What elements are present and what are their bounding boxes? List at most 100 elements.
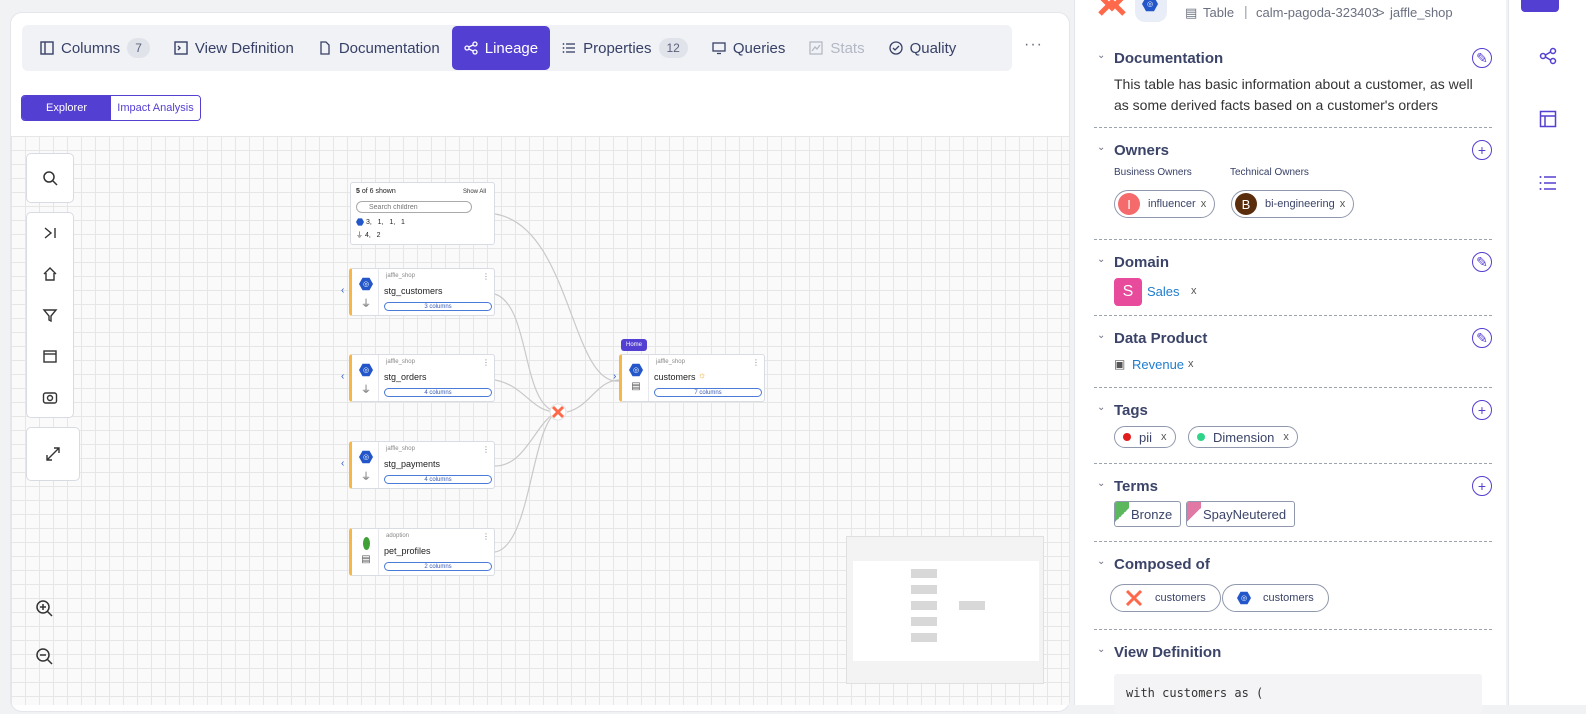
node-menu-icon[interactable]: ⋮ (482, 445, 490, 454)
data-product-link[interactable]: Revenue (1132, 357, 1184, 372)
lineage-node-stg-orders[interactable]: ◎ ⏚ jaffle_shop stg_orders 4 columns ⋮ (349, 354, 495, 402)
remove-icon[interactable]: x (1340, 198, 1346, 210)
columns-icon (40, 41, 54, 55)
owner-pill-influencer[interactable]: I influencer x (1114, 190, 1216, 218)
tab-queries[interactable]: Queries (700, 26, 798, 70)
tag-pill-pii[interactable]: pii x (1114, 426, 1176, 448)
lineage-canvas[interactable]: 5 of 6 shown Show All 3, 1, 1, 1 ⏚ 4, 2 … (11, 136, 1069, 705)
node-name: stg_orders (384, 372, 427, 382)
explorer-toggle-button[interactable]: Explorer (22, 96, 111, 120)
camera-icon[interactable] (38, 385, 62, 409)
filter-icon: ⏚ (356, 232, 363, 239)
composed-of-item-bigquery-customers[interactable]: ◎ customers (1222, 584, 1329, 612)
node-menu-icon[interactable]: ⋮ (482, 272, 490, 281)
tab-quality[interactable]: Quality (877, 26, 969, 70)
tab-properties[interactable]: Properties 12 (550, 26, 700, 70)
columns-expand-button[interactable]: 7 columns (654, 388, 762, 397)
tab-stats[interactable]: Stats (797, 26, 876, 70)
expand-upstream-icon[interactable]: › (613, 372, 623, 382)
term-pill-bronze[interactable]: Bronze (1114, 501, 1182, 527)
tab-view-definition[interactable]: View Definition (162, 26, 306, 70)
search-control[interactable] (26, 153, 74, 203)
chevron-down-icon[interactable]: ⌄ (1097, 142, 1105, 153)
chevron-down-icon[interactable]: ⌄ (1097, 556, 1105, 567)
home-icon[interactable] (38, 262, 62, 286)
collapse-arrow-icon[interactable] (38, 221, 62, 245)
home-badge: Home (621, 339, 648, 351)
breadcrumb-project[interactable]: calm-pagoda-323403 (1256, 5, 1379, 20)
add-icon[interactable]: + (1472, 140, 1492, 160)
remove-icon[interactable]: x (1201, 198, 1207, 210)
node-menu-icon[interactable]: ⋮ (752, 358, 760, 367)
breadcrumb-dataset[interactable]: jaffle_shop (1390, 5, 1453, 20)
domain-link[interactable]: Sales (1147, 284, 1180, 299)
lineage-node-stg-payments[interactable]: ◎ ⏚ jaffle_shop stg_payments 4 columns ⋮ (349, 441, 495, 489)
list-icon (562, 43, 576, 53)
search-icon[interactable] (38, 166, 62, 190)
lineage-node-stg-customers[interactable]: ◎ ⏚ jaffle_shop stg_customers 3 columns ⋮ (349, 268, 495, 316)
children-summary-node[interactable]: 5 of 6 shown Show All 3, 1, 1, 1 ⏚ 4, 2 (350, 182, 495, 245)
lineage-node-pet-profiles[interactable]: ▤ adoption pet_profiles 2 columns ⋮ (349, 528, 495, 576)
avatar: I (1118, 193, 1140, 215)
add-icon[interactable]: + (1472, 400, 1492, 420)
remove-icon[interactable]: x (1161, 431, 1167, 443)
tag-pill-dimension[interactable]: Dimension x (1188, 426, 1298, 448)
list-rail-icon[interactable] (1539, 174, 1557, 197)
chevron-down-icon[interactable]: ⌄ (1097, 50, 1105, 61)
remove-icon[interactable]: x (1191, 285, 1197, 297)
section-title: Tags (1114, 402, 1148, 419)
node-name: pet_profiles (384, 546, 431, 556)
composed-of-item-dbt-customers[interactable]: customers (1110, 584, 1221, 612)
chevron-down-icon[interactable]: ⌄ (1097, 402, 1105, 413)
node-menu-icon[interactable]: ⋮ (482, 358, 490, 367)
remove-icon[interactable]: x (1188, 358, 1194, 370)
expand-upstream-icon[interactable]: ‹ (341, 459, 351, 469)
expand-icon[interactable] (41, 442, 65, 466)
expand-upstream-icon[interactable]: ‹ (341, 372, 351, 382)
filter-icon: ⏚ (361, 299, 371, 310)
calendar-icon[interactable] (38, 344, 62, 368)
show-all-button[interactable]: Show All (463, 189, 486, 195)
add-icon[interactable]: + (1472, 476, 1492, 496)
view-definition-section: ⌄ View Definition with customers as ( (1094, 630, 1492, 714)
chevron-down-icon[interactable]: ⌄ (1097, 478, 1105, 489)
tab-documentation[interactable]: Documentation (306, 26, 452, 70)
node-menu-icon[interactable]: ⋮ (482, 532, 490, 541)
rail-active-button[interactable] (1521, 0, 1559, 12)
tab-lineage[interactable]: Lineage (451, 26, 551, 70)
lineage-node-customers-home[interactable]: ◎ ▤ jaffle_shop customers ☼ 7 columns ⋮ (619, 354, 765, 402)
impact-analysis-toggle-button[interactable]: Impact Analysis (111, 96, 200, 120)
chevron-down-icon[interactable]: ⌄ (1097, 254, 1105, 265)
chevron-down-icon[interactable]: ⌄ (1097, 330, 1105, 341)
search-children-input[interactable] (356, 201, 472, 213)
owner-pill-bi-engineering[interactable]: B bi-engineering x (1231, 190, 1355, 218)
edit-icon[interactable]: ✎ (1472, 48, 1492, 68)
edit-icon[interactable]: ✎ (1472, 328, 1492, 348)
chevron-down-icon[interactable]: ⌄ (1097, 644, 1105, 655)
more-tabs-button[interactable]: ··· (1024, 36, 1043, 54)
layout-rail-icon[interactable] (1539, 110, 1557, 133)
lineage-rail-icon[interactable] (1539, 47, 1557, 70)
expand-upstream-icon[interactable]: ‹ (341, 286, 351, 296)
filter-icon[interactable] (38, 303, 62, 327)
columns-expand-button[interactable]: 3 columns (384, 302, 492, 311)
breadcrumb-separator: > (1377, 5, 1385, 20)
columns-expand-button[interactable]: 2 columns (384, 562, 492, 571)
tab-columns[interactable]: Columns 7 (28, 26, 162, 70)
section-title: Owners (1114, 142, 1170, 159)
zoom-out-icon[interactable] (32, 644, 56, 668)
columns-expand-button[interactable]: 4 columns (384, 475, 492, 484)
lineage-minimap[interactable] (846, 536, 1044, 684)
zoom-in-control[interactable] (26, 588, 62, 628)
tab-label: Stats (830, 39, 865, 57)
bigquery-icon: ◎ (629, 363, 643, 377)
fullscreen-control[interactable] (26, 427, 80, 481)
remove-icon[interactable]: x (1283, 431, 1289, 443)
columns-expand-button[interactable]: 4 columns (384, 388, 492, 397)
term-pill-spayneutered[interactable]: SpayNeutered (1186, 501, 1296, 527)
zoom-in-icon[interactable] (32, 596, 56, 620)
edit-icon[interactable]: ✎ (1472, 252, 1492, 272)
zoom-out-control[interactable] (26, 636, 62, 676)
table-icon: ▤ (361, 554, 371, 565)
dbt-icon (1125, 590, 1143, 606)
